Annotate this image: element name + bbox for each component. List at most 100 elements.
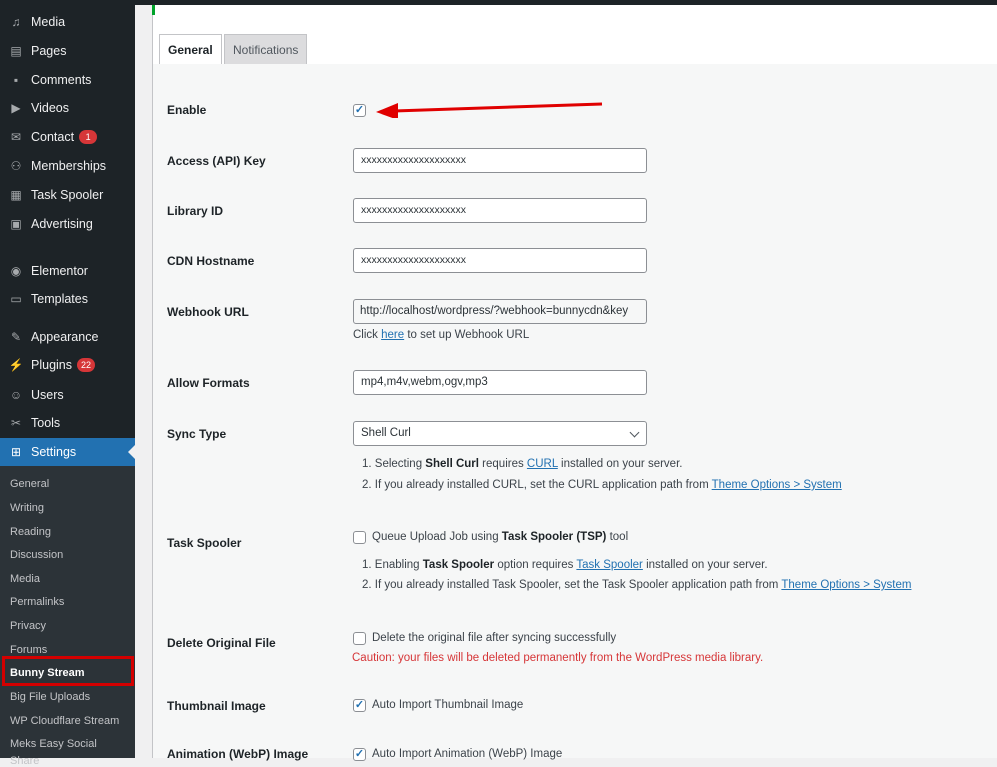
memberships-icon: ⚇	[10, 159, 22, 173]
contact-icon: ✉	[10, 130, 22, 144]
submenu-item-reading[interactable]: Reading	[10, 526, 51, 538]
sync-type-select[interactable]: Shell Curl	[353, 421, 647, 446]
sidebar-item-label: Tools	[31, 416, 61, 430]
sidebar-item-tools[interactable]: ✂ Tools	[0, 409, 135, 437]
sync-type-note-2: 2. If you already installed CURL, set th…	[362, 479, 842, 491]
task-spooler-link[interactable]: Task Spooler	[576, 559, 642, 571]
advertising-icon: ▣	[10, 217, 22, 231]
pages-icon: ▤	[10, 44, 22, 58]
animation-checkbox[interactable]: ✓	[353, 748, 366, 761]
admin-sidebar: ♫ Media ▤ Pages ▪ Comments ▶ Videos ✉ Contact 1 ⚇ Me…	[0, 0, 135, 767]
animation-label: Animation (WebP) Image	[167, 747, 309, 761]
sync-type-note-1: 1. Selecting Shell Curl requires CURL in…	[362, 458, 683, 470]
thumbnail-checkbox[interactable]: ✓	[353, 699, 366, 712]
sidebar-item-plugins[interactable]: ⚡ Plugins 22	[0, 351, 135, 379]
sidebar-item-label: Elementor	[31, 264, 88, 278]
templates-icon: ▭	[10, 292, 22, 306]
sidebar-item-label: Contact	[31, 130, 75, 144]
submenu-item-forums[interactable]: Forums	[10, 644, 47, 656]
comments-icon: ▪	[13, 73, 19, 87]
webhook-url-label: Webhook URL	[167, 305, 249, 319]
submenu-item-wp-cloudflare-stream[interactable]: WP Cloudflare Stream	[10, 715, 119, 727]
annotation-highlight-box	[2, 656, 134, 686]
enable-label: Enable	[167, 103, 207, 117]
plugins-icon: ⚡	[8, 358, 24, 372]
task-spooler-icon: ▦	[10, 188, 22, 202]
sidebar-item-appearance[interactable]: ✎ Appearance	[0, 323, 135, 351]
appearance-icon: ✎	[10, 330, 22, 344]
submenu-item-big-file-uploads[interactable]: Big File Uploads	[10, 691, 90, 703]
count-badge: 22	[77, 358, 95, 372]
task-spooler-label: Task Spooler	[167, 536, 242, 550]
curl-link[interactable]: CURL	[527, 458, 558, 470]
sidebar-item-label: Advertising	[31, 217, 93, 231]
task-spooler-note-1: 1. Enabling Task Spooler option requires…	[362, 559, 768, 571]
sidebar-item-label: Memberships	[31, 159, 107, 173]
api-key-label: Access (API) Key	[167, 154, 266, 168]
submenu-item-meks-easy-social[interactable]: Meks Easy Social	[10, 738, 97, 750]
submenu-item-permalinks[interactable]: Permalinks	[10, 596, 64, 608]
sidebar-item-label: Comments	[31, 73, 92, 87]
sidebar-item-memberships[interactable]: ⚇ Memberships	[0, 152, 135, 180]
sidebar-item-label: Settings	[31, 445, 77, 459]
api-key-input[interactable]: xxxxxxxxxxxxxxxxxxxx	[353, 148, 647, 173]
videos-icon: ▶	[11, 101, 21, 115]
sidebar-item-advertising[interactable]: ▣ Advertising	[0, 210, 135, 238]
sidebar-item-users[interactable]: ☺ Users	[0, 381, 135, 409]
sidebar-item-label: Users	[31, 388, 64, 402]
tools-icon: ✂	[10, 416, 22, 430]
active-indicator	[128, 445, 135, 459]
sidebar-item-label: Templates	[31, 292, 88, 306]
settings-icon: ⊞	[10, 445, 22, 459]
library-id-input[interactable]: xxxxxxxxxxxxxxxxxxxx	[353, 198, 647, 223]
sidebar-item-elementor[interactable]: ◉ Elementor	[0, 257, 135, 285]
submenu-item-general[interactable]: General	[10, 478, 49, 490]
sidebar-item-label: Pages	[31, 44, 67, 58]
delete-original-check-label: Delete the original file after syncing s…	[372, 632, 617, 644]
media-icon: ♫	[11, 15, 21, 29]
library-id-label: Library ID	[167, 204, 224, 218]
elementor-icon: ◉	[10, 264, 22, 278]
cdn-hostname-input[interactable]: xxxxxxxxxxxxxxxxxxxx	[353, 248, 647, 273]
submenu-item-discussion[interactable]: Discussion	[10, 549, 63, 561]
users-icon: ☺	[9, 388, 23, 402]
submenu-item-share[interactable]: Share	[10, 755, 39, 767]
tab-notifications[interactable]: Notifications	[224, 34, 308, 64]
enable-checkbox[interactable]: ✓	[353, 104, 366, 117]
cdn-hostname-label: CDN Hostname	[167, 254, 255, 268]
sidebar-item-label: Media	[31, 15, 66, 29]
chevron-down-icon	[629, 427, 640, 438]
thumbnail-check-label: Auto Import Thumbnail Image	[372, 699, 524, 711]
sidebar-item-comments[interactable]: ▪ Comments	[0, 66, 135, 94]
sidebar-item-contact[interactable]: ✉ Contact 1	[0, 123, 135, 151]
submenu-item-privacy[interactable]: Privacy	[10, 620, 46, 632]
sidebar-item-media[interactable]: ♫ Media	[0, 8, 135, 36]
sidebar-item-label: Plugins	[31, 358, 72, 372]
animation-check-label: Auto Import Animation (WebP) Image	[372, 748, 563, 760]
delete-original-label: Delete Original File	[167, 636, 276, 650]
sidebar-item-videos[interactable]: ▶ Videos	[0, 94, 135, 122]
task-spooler-checkbox[interactable]	[353, 531, 366, 544]
settings-submenu: General Writing Reading Discussion Media Perm…	[0, 466, 135, 767]
tab-general[interactable]: General	[159, 34, 222, 65]
theme-options-link[interactable]: Theme Options > System	[712, 479, 842, 491]
sync-type-label: Sync Type	[167, 427, 227, 441]
sidebar-item-label: Task Spooler	[31, 188, 104, 202]
webhook-url-input[interactable]: http://localhost/wordpress/?webhook=bunn…	[353, 299, 647, 324]
sidebar-item-task-spooler[interactable]: ▦ Task Spooler	[0, 181, 135, 209]
allow-formats-input[interactable]: mp4,m4v,webm,ogv,mp3	[353, 370, 647, 395]
task-spooler-check-label: Queue Upload Job using Task Spooler (TSP…	[372, 531, 629, 543]
webhook-setup-link[interactable]: here	[381, 329, 404, 341]
submenu-item-writing[interactable]: Writing	[10, 502, 44, 514]
webhook-hint: Click here to set up Webhook URL	[353, 329, 530, 341]
sidebar-item-label: Appearance	[31, 330, 99, 344]
delete-original-checkbox[interactable]	[353, 632, 366, 645]
theme-options-link-2[interactable]: Theme Options > System	[781, 579, 911, 591]
submenu-item-media[interactable]: Media	[10, 573, 40, 585]
sidebar-item-settings[interactable]: ⊞ Settings	[0, 438, 135, 466]
allow-formats-label: Allow Formats	[167, 376, 250, 390]
delete-caution-text: Caution: your files will be deleted perm…	[352, 652, 764, 664]
sidebar-item-templates[interactable]: ▭ Templates	[0, 285, 135, 313]
task-spooler-note-2: 2. If you already installed Task Spooler…	[362, 579, 912, 591]
sidebar-item-pages[interactable]: ▤ Pages	[0, 37, 135, 65]
